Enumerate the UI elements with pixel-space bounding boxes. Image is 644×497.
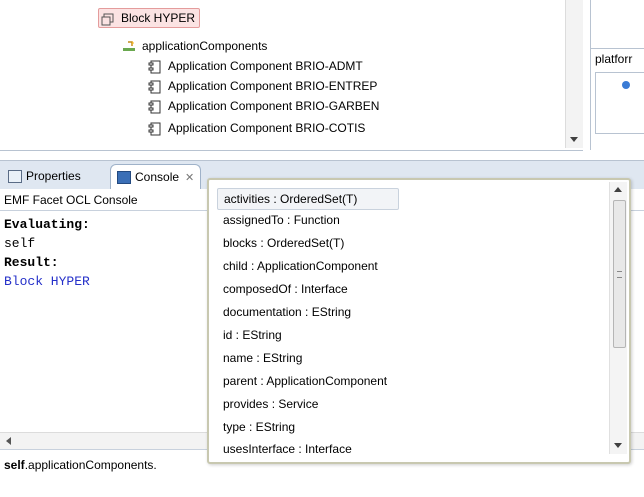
completion-option[interactable]: blocks : OrderedSet(T) [217,232,350,254]
tree-item-label: Application Component BRIO-ENTREP [168,79,378,93]
completion-option[interactable]: usesInterface : Interface [217,438,358,460]
completion-popup: activities : OrderedSet(T) assignedTo : … [207,178,631,464]
completion-option[interactable]: assignedTo : Function [217,209,346,231]
output-result: Block HYPER [4,274,90,289]
completion-option[interactable]: child : ApplicationComponent [217,255,384,277]
input-text: self.applicationComponents. [4,458,157,472]
tree-item-label: Application Component BRIO-COTIS [168,121,366,135]
scrollbar-thumb[interactable] [613,200,626,348]
tab-label: Console [135,170,180,184]
tree-item-component[interactable]: Application Component BRIO-ENTREP [148,76,377,96]
console-icon [117,171,131,185]
scroll-up-icon[interactable] [614,187,622,192]
platform-label: platforr [595,52,633,66]
close-icon[interactable]: ✕ [185,172,194,184]
tree-item-component[interactable]: Application Component BRIO-COTIS [148,118,365,138]
input-expression: .applicationComponents. [24,458,157,472]
side-panel: platforr [590,0,644,150]
tree-vertical-scrollbar[interactable] [565,0,583,148]
component-icon [148,60,162,74]
completion-option[interactable]: documentation : EString [217,301,357,323]
completion-option[interactable]: id : EString [217,324,288,346]
scroll-down-icon[interactable] [570,137,578,142]
grip-icon [617,271,622,278]
side-panel-header [591,0,644,49]
tree-item-label: Block HYPER [121,11,196,25]
tree-item-component[interactable]: Application Component BRIO-GARBEN [148,96,379,116]
completion-scrollbar[interactable] [609,182,627,454]
output-line: Result: [4,255,59,270]
tab-console[interactable]: Console ✕ [110,164,202,189]
completion-option[interactable]: composedOf : Interface [217,278,354,300]
scroll-left-icon[interactable] [6,437,11,445]
component-icon [148,80,162,94]
scroll-down-icon[interactable] [614,443,622,448]
tree-item-component[interactable]: Application Component BRIO-ADMT [148,56,363,76]
tree-item-label: Application Component BRIO-ADMT [168,59,363,73]
platform-box [595,72,644,134]
input-keyword: self [4,458,25,472]
properties-icon [8,170,22,184]
tree-item-label: Application Component BRIO-GARBEN [168,99,380,113]
folder-add-icon [122,40,136,54]
component-icon [148,100,162,114]
completion-option[interactable]: name : EString [217,347,308,369]
completion-option[interactable]: parent : ApplicationComponent [217,370,393,392]
completion-option[interactable]: provides : Service [217,393,324,415]
tab-label: Properties [26,169,81,183]
tree-item-label: applicationComponents [142,39,268,53]
tree-item-block-hyper[interactable]: Block HYPER [98,8,201,28]
completion-option[interactable]: type : EString [217,416,301,438]
outline-tree: Block HYPER applicationComponents Applic… [0,0,583,151]
output-line: self [4,236,36,251]
block-icon [101,12,115,26]
tree-item-application-components[interactable]: applicationComponents [122,36,267,56]
tab-properties[interactable]: Properties [2,164,87,188]
component-icon [148,122,162,136]
output-line: Evaluating: [4,217,90,232]
completion-option[interactable]: activities : OrderedSet(T) [217,188,399,210]
globe-icon [622,81,630,89]
